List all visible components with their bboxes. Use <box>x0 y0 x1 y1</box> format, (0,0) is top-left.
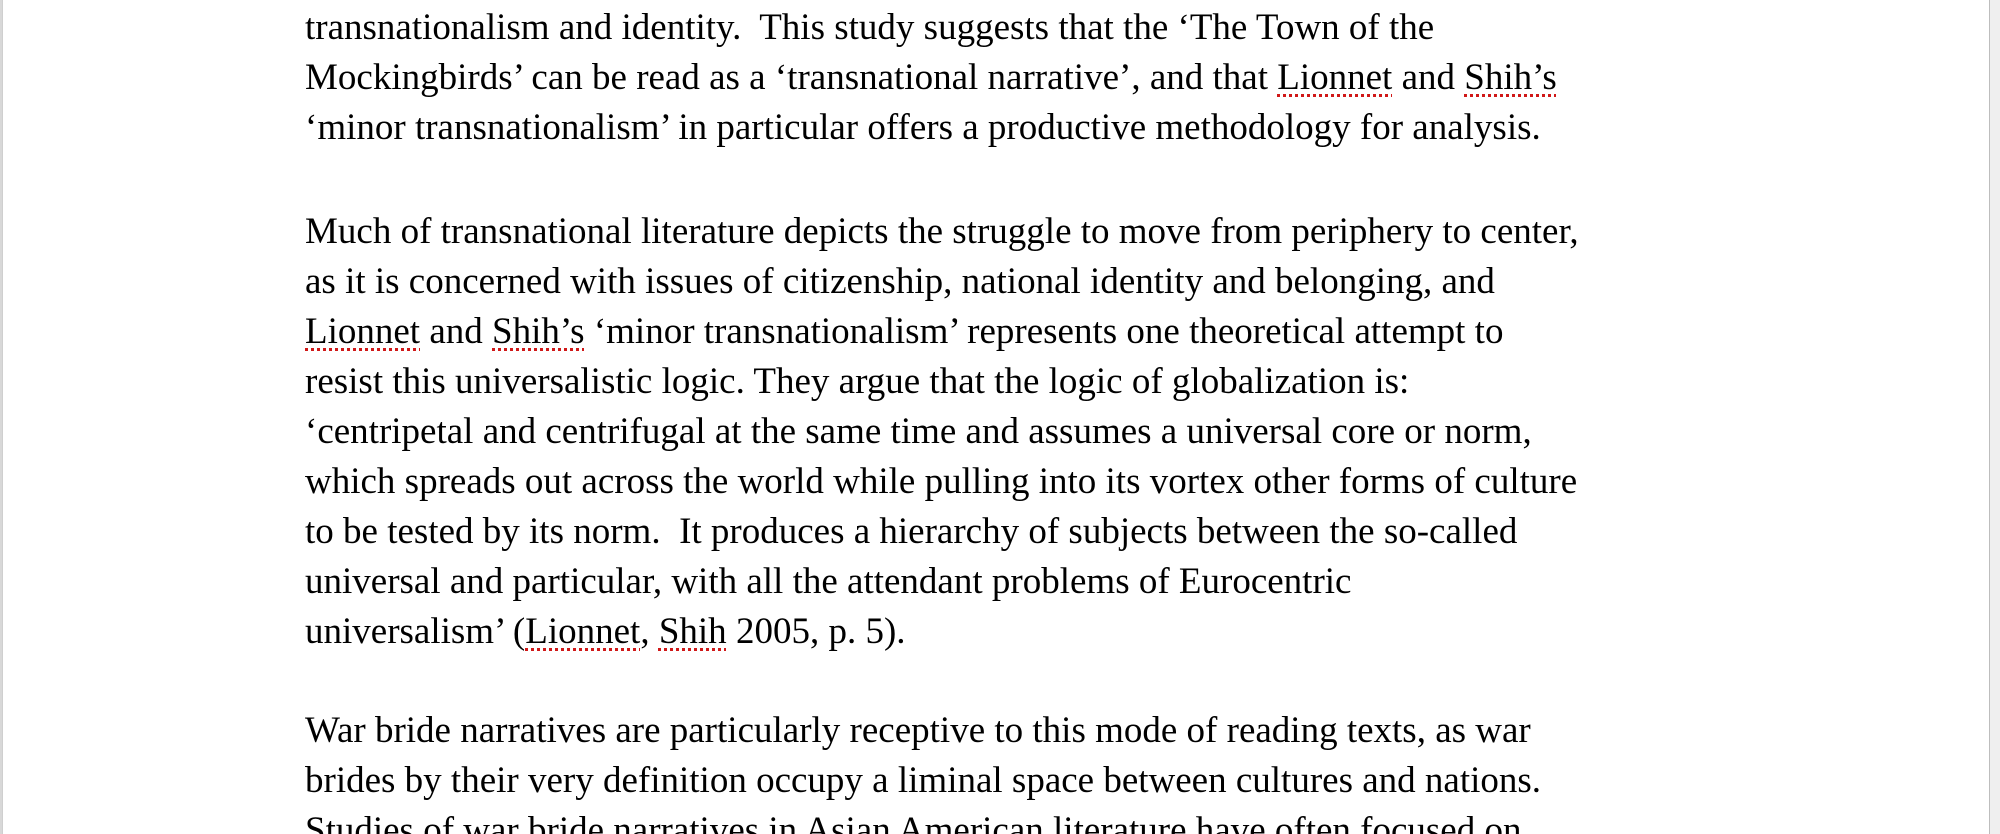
text-run: Much of transnational literature depicts… <box>305 211 1579 252</box>
text-line: transnationalism and identity. This stud… <box>305 3 1434 53</box>
text-run: 2005, p. 5). <box>726 611 906 652</box>
text-run: Studies of war bride narratives in Asian… <box>305 810 1522 834</box>
text-line: brides by their very definition occupy a… <box>305 756 1541 806</box>
text-run: as it is concerned with issues of citize… <box>305 261 1495 302</box>
text-run: to be tested by its norm. It produces a … <box>305 511 1518 552</box>
spellcheck-flagged-word[interactable]: Shih’s <box>492 311 585 352</box>
text-run: which spreads out across the world while… <box>305 461 1578 502</box>
spellcheck-flagged-word[interactable]: Lionnet <box>525 611 640 652</box>
spellcheck-flagged-word[interactable]: Shih <box>659 611 727 652</box>
text-run: resist this universalistic logic. They a… <box>305 361 1410 402</box>
text-run: ‘centripetal and centrifugal at the same… <box>305 411 1532 452</box>
text-line: as it is concerned with issues of citize… <box>305 257 1495 307</box>
document-window: transnationalism and identity. This stud… <box>0 0 2000 834</box>
text-run: Mockingbirds’ can be read as a ‘transnat… <box>305 57 1278 98</box>
text-run: universal and particular, with all the a… <box>305 561 1352 602</box>
text-line: Studies of war bride narratives in Asian… <box>305 806 1521 834</box>
text-line: universal and particular, with all the a… <box>305 557 1351 607</box>
text-run: brides by their very definition occupy a… <box>305 760 1542 801</box>
text-run: , <box>640 611 659 652</box>
text-run: War bride narratives are particularly re… <box>305 710 1531 751</box>
window-edge <box>1990 0 2000 834</box>
text-run: and <box>420 311 493 352</box>
text-line: resist this universalistic logic. They a… <box>305 357 1409 407</box>
text-line: Lionnet and Shih’s ‘minor transnationali… <box>305 307 1503 357</box>
text-line: to be tested by its norm. It produces a … <box>305 507 1517 557</box>
text-line: War bride narratives are particularly re… <box>305 706 1531 756</box>
text-run: ‘minor transnationalism’ represents one … <box>584 311 1504 352</box>
spellcheck-flagged-word[interactable]: Lionnet <box>305 311 420 352</box>
text-line: ‘minor transnationalism’ in particular o… <box>305 103 1541 153</box>
spellcheck-flagged-word[interactable]: Shih’s <box>1464 57 1557 98</box>
text-run: ‘minor transnationalism’ in particular o… <box>305 107 1541 148</box>
text-line: which spreads out across the world while… <box>305 457 1577 507</box>
text-line: ‘centripetal and centrifugal at the same… <box>305 407 1532 457</box>
text-run: and <box>1392 57 1465 98</box>
text-line: Much of transnational literature depicts… <box>305 207 1579 257</box>
text-line: universalism’ (Lionnet, Shih 2005, p. 5)… <box>305 607 906 657</box>
text-run: universalism’ ( <box>305 611 526 652</box>
text-line: Mockingbirds’ can be read as a ‘transnat… <box>305 53 1557 103</box>
text-run: transnationalism and identity. This stud… <box>305 7 1435 48</box>
spellcheck-flagged-word[interactable]: Lionnet <box>1277 57 1392 98</box>
document-page[interactable]: transnationalism and identity. This stud… <box>2 0 1990 834</box>
